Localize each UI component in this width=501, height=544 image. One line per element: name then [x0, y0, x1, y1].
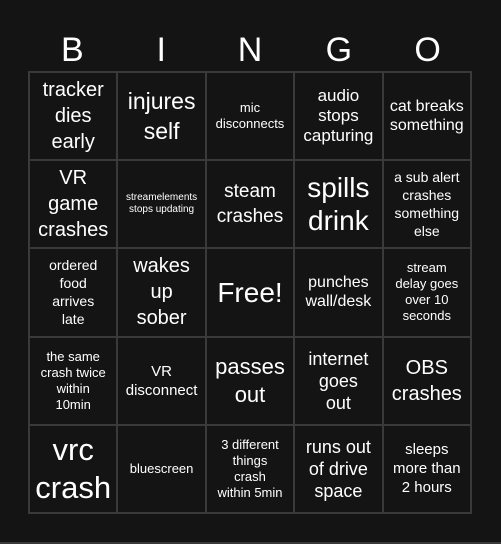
bingo-cell[interactable]: passes out	[206, 337, 294, 424]
cell-text: streamelements stops updating	[126, 192, 198, 216]
cell-text: 3 different things crash within 5min	[217, 436, 283, 500]
bingo-cell[interactable]: steam crashes	[206, 161, 294, 248]
bingo-header: B I N G O	[28, 30, 472, 71]
cell-text: mic disconnects	[215, 100, 285, 132]
cell-text: injures self	[127, 88, 196, 145]
cell-text: tracker dies early	[42, 79, 104, 154]
bingo-cell[interactable]: sleeps more than 2 hours	[383, 425, 470, 512]
header-letter-g: G	[325, 31, 353, 69]
cell-text: internet goes out	[308, 348, 369, 413]
bingo-cell[interactable]: VR game crashes	[30, 161, 117, 248]
bingo-cell[interactable]: internet goes out	[295, 337, 382, 424]
cell-text: runs out of drive space	[305, 436, 371, 501]
cell-text: steam crashes	[216, 181, 284, 228]
bingo-cell[interactable]: audio stops capturing	[295, 73, 382, 160]
cell-text: passes out	[215, 353, 285, 407]
bingo-cell[interactable]: stream delay goes over 10 seconds	[383, 249, 470, 336]
header-letter-i: I	[156, 31, 166, 69]
cell-text: sleeps more than 2 hours	[393, 441, 461, 497]
bingo-cell[interactable]: tracker dies early	[30, 73, 117, 160]
free-space-cell[interactable]: Free!	[206, 249, 294, 336]
bingo-cell[interactable]: punches wall/desk	[295, 249, 382, 336]
cell-text: wakes up sober	[133, 255, 190, 330]
header-letter-n: N	[237, 31, 263, 69]
bingo-cell[interactable]: mic disconnects	[206, 73, 294, 160]
bingo-cell[interactable]: injures self	[118, 73, 205, 160]
cell-text: cat breaks something	[389, 98, 464, 135]
bingo-cell[interactable]: 3 different things crash within 5min	[206, 425, 294, 512]
cell-text: the same crash twice within 10min	[40, 348, 106, 412]
cell-text: VR game crashes	[38, 167, 109, 242]
bingo-board: tracker dies early injures self mic disc…	[28, 71, 472, 514]
bingo-cell[interactable]: vrc crash	[30, 425, 117, 512]
cell-text: punches wall/desk	[305, 274, 372, 311]
cell-text: bluescreen	[129, 460, 194, 476]
bingo-cell[interactable]: spills drink	[295, 161, 382, 248]
bingo-cell[interactable]: the same crash twice within 10min	[30, 337, 117, 424]
bingo-cell[interactable]: VR disconnect	[118, 337, 205, 424]
bingo-cell[interactable]: runs out of drive space	[295, 425, 382, 512]
bingo-cell[interactable]: bluescreen	[118, 425, 205, 512]
cell-text: audio stops capturing	[303, 86, 374, 146]
cell-text: spills drink	[307, 172, 370, 237]
bingo-cell[interactable]: OBS crashes	[383, 337, 470, 424]
bingo-cell[interactable]: wakes up sober	[118, 249, 205, 336]
bingo-cell[interactable]: a sub alert crashes something else	[383, 161, 470, 248]
cell-text: ordered food arrives late	[49, 257, 98, 328]
cell-text: Free!	[217, 276, 283, 308]
header-letter-b: B	[61, 31, 84, 69]
bingo-cell[interactable]: streamelements stops updating	[118, 161, 205, 248]
bingo-cell[interactable]: cat breaks something	[383, 73, 470, 160]
bingo-cell[interactable]: ordered food arrives late	[30, 249, 117, 336]
cell-text: a sub alert crashes something else	[394, 169, 460, 240]
header-letter-o: O	[414, 31, 441, 69]
cell-text: OBS crashes	[391, 356, 462, 405]
cell-text: vrc crash	[35, 431, 112, 505]
cell-text: VR disconnect	[125, 362, 198, 399]
cell-text: stream delay goes over 10 seconds	[395, 260, 459, 324]
